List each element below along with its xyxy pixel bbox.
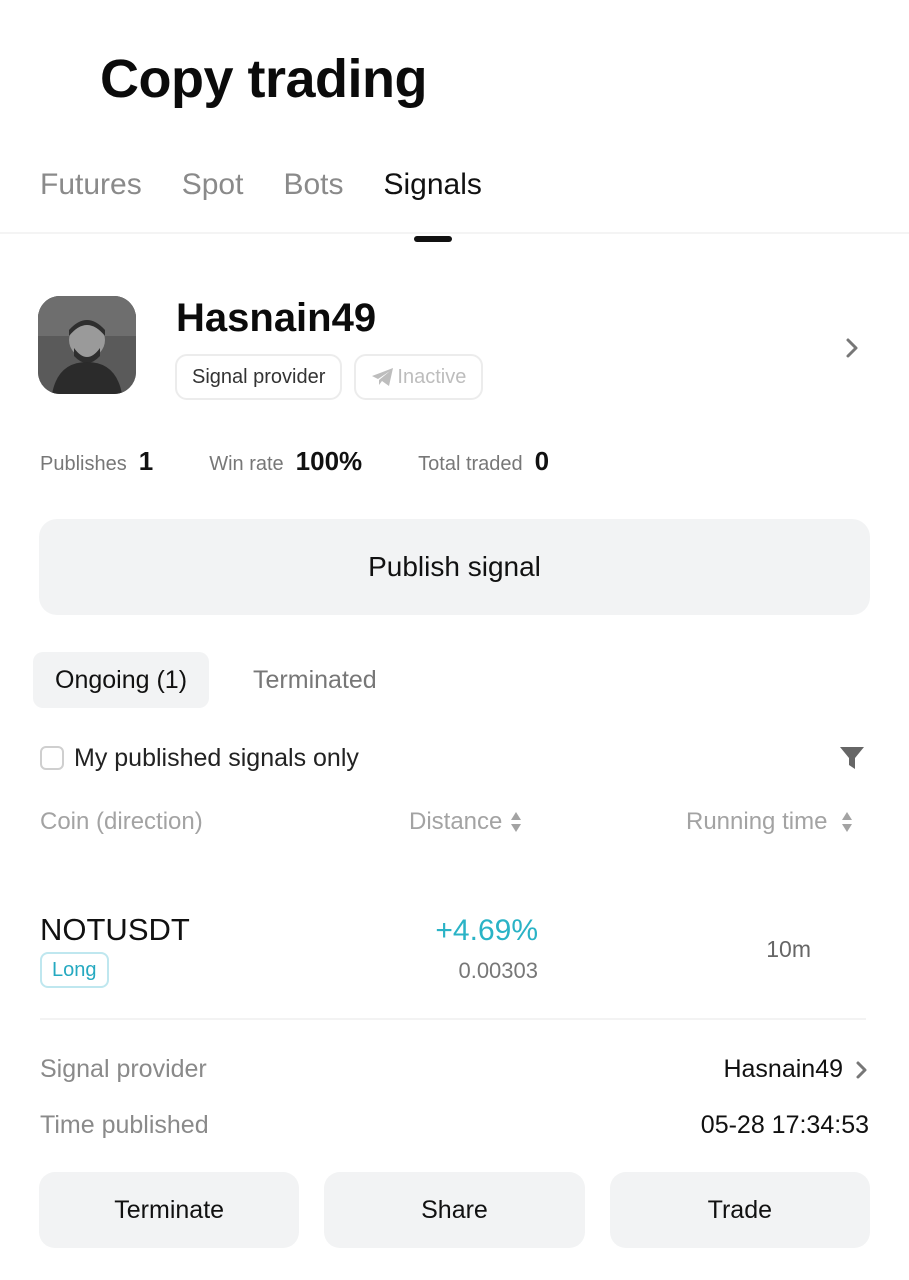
signal-provider-chip: Signal provider	[175, 354, 343, 400]
action-buttons: Terminate Share Trade	[39, 1172, 870, 1248]
publish-signal-button[interactable]: Publish signal	[39, 519, 870, 615]
stat-publishes: Publishes 1	[40, 446, 153, 477]
main-tabs: Futures Spot Bots Signals	[40, 168, 482, 202]
stat-total-traded: Total traded 0	[418, 446, 549, 477]
column-coin-header: Coin (direction)	[40, 808, 203, 836]
telegram-status-chip[interactable]: Inactive	[354, 354, 484, 400]
signal-provider-value: Hasnain49	[723, 1055, 843, 1083]
subtab-ongoing[interactable]: Ongoing (1)	[33, 652, 210, 708]
stat-win-rate: Win rate 100%	[209, 446, 362, 477]
column-running-time-label: Running time	[686, 808, 828, 835]
signal-row[interactable]: NOTUSDT Long +4.69% 0.00303 10m	[40, 910, 866, 1000]
stat-publishes-label: Publishes	[40, 453, 127, 475]
column-coin-label: Coin (direction)	[40, 808, 203, 835]
my-signals-checkbox[interactable]	[40, 746, 64, 770]
signal-subtabs: Ongoing (1) Terminated	[33, 652, 421, 708]
filter-icon[interactable]	[838, 744, 866, 777]
username: Hasnain49	[176, 296, 377, 340]
time-published-row: Time published 05-28 17:34:53	[40, 1111, 869, 1143]
stat-win-rate-value: 100%	[295, 446, 363, 476]
profile-chips: Signal provider Inactive	[175, 354, 484, 400]
tab-futures[interactable]: Futures	[40, 168, 142, 202]
share-button[interactable]: Share	[324, 1172, 585, 1248]
stats-row: Publishes 1 Win rate 100% Total traded 0	[40, 446, 605, 477]
subtab-terminated[interactable]: Terminated	[231, 652, 399, 708]
tab-bots[interactable]: Bots	[283, 168, 343, 202]
telegram-status-label: Inactive	[397, 365, 467, 388]
tab-spot[interactable]: Spot	[182, 168, 244, 202]
signal-provider-label: Signal provider	[40, 1055, 207, 1083]
distance-value: 0.00303	[458, 958, 538, 983]
profile-card[interactable]: Hasnain49 Signal provider Inactive	[38, 296, 870, 406]
stat-win-rate-label: Win rate	[209, 453, 284, 475]
tabs-divider	[0, 232, 909, 234]
time-published-label: Time published	[40, 1111, 209, 1139]
terminate-button[interactable]: Terminate	[39, 1172, 300, 1248]
stat-total-traded-label: Total traded	[418, 453, 523, 475]
sort-icon	[511, 812, 522, 832]
distance-percent: +4.69%	[435, 914, 538, 947]
chevron-right-icon	[856, 1061, 867, 1078]
row-divider	[40, 1018, 866, 1020]
signal-provider-link[interactable]: Hasnain49	[723, 1055, 869, 1084]
time-published-value: 05-28 17:34:53	[700, 1111, 869, 1139]
my-signals-label[interactable]: My published signals only	[74, 744, 359, 773]
trade-button[interactable]: Trade	[609, 1172, 870, 1248]
avatar	[38, 296, 136, 394]
tab-signals[interactable]: Signals	[383, 168, 481, 202]
column-distance-header[interactable]: Distance	[409, 808, 522, 836]
chevron-right-icon[interactable]	[844, 334, 860, 368]
signal-provider-row: Signal provider Hasnain49	[40, 1055, 869, 1087]
running-time: 10m	[766, 936, 811, 962]
page-title: Copy trading	[100, 49, 428, 109]
filter-row: My published signals only	[40, 740, 866, 780]
telegram-icon	[372, 368, 394, 386]
sort-icon	[842, 812, 853, 832]
direction-badge: Long	[40, 952, 109, 988]
coin-name: NOTUSDT	[40, 912, 190, 947]
stat-total-traded-value: 0	[534, 446, 550, 476]
stat-publishes-value: 1	[138, 446, 154, 476]
column-distance-label: Distance	[409, 808, 503, 835]
signal-provider-chip-label: Signal provider	[192, 365, 326, 388]
column-running-time-header[interactable]: Running time	[686, 808, 853, 836]
